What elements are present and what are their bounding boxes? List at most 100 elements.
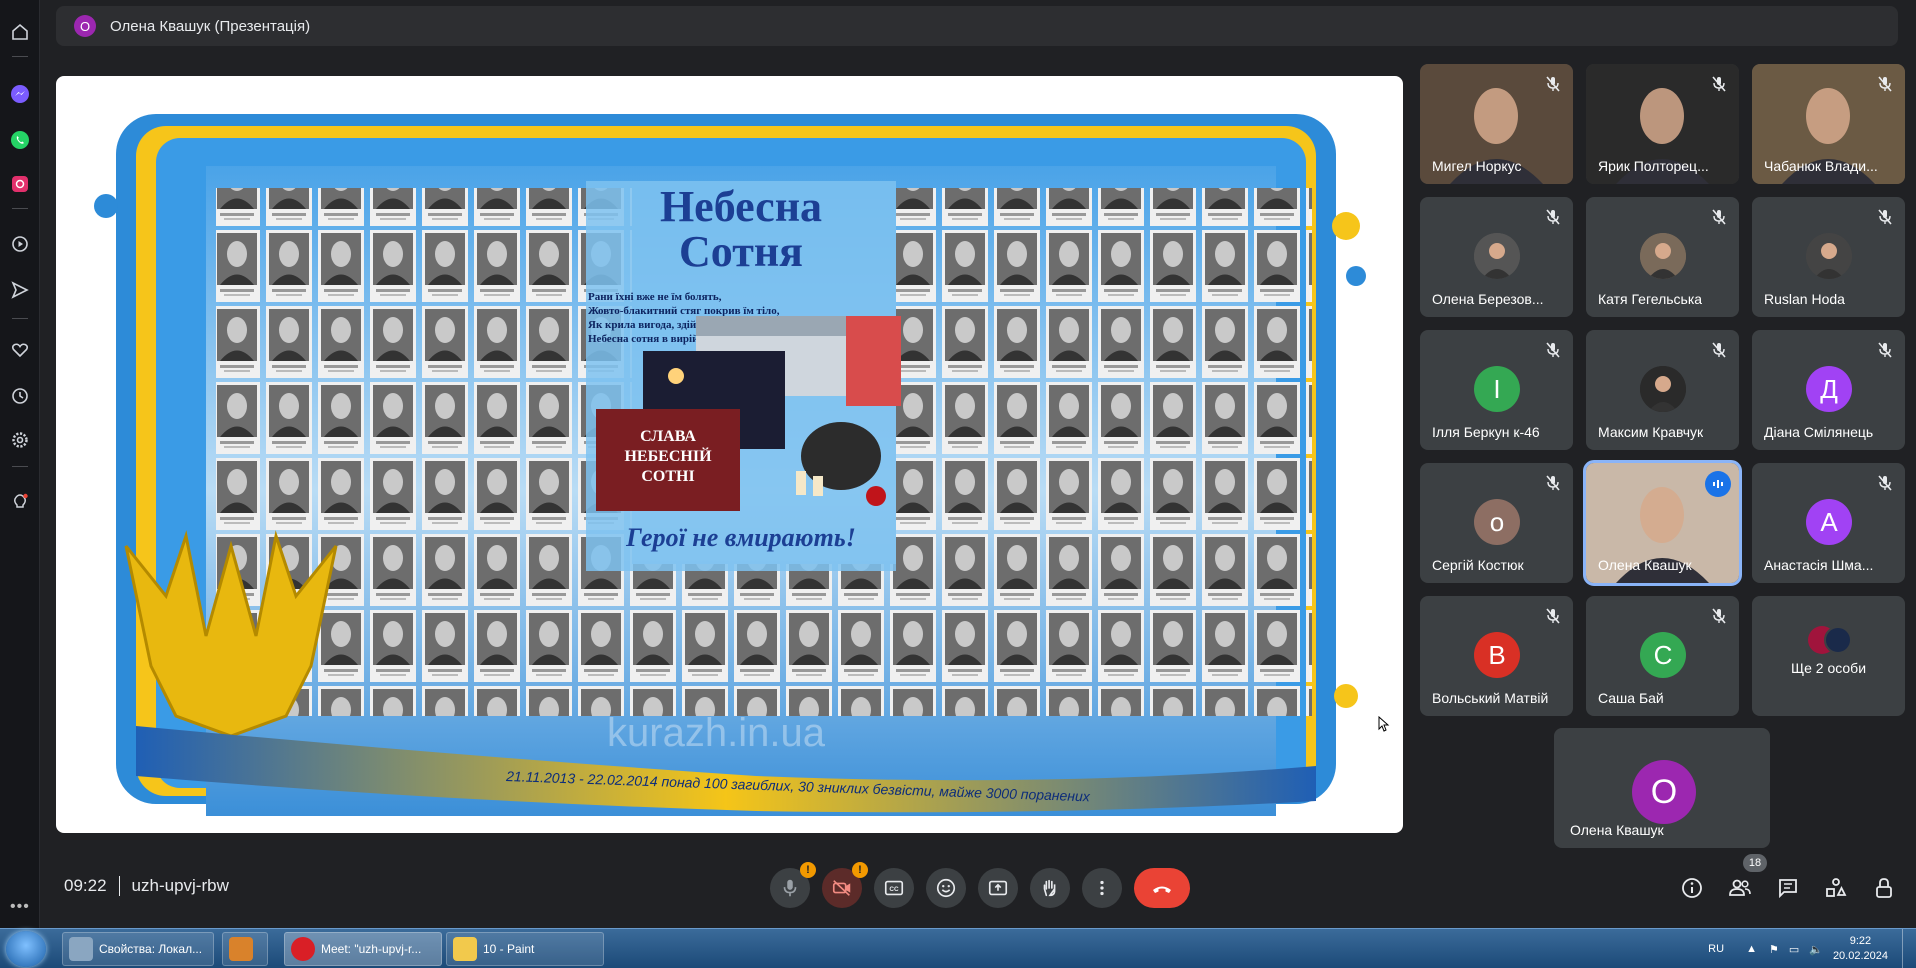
participant-tile[interactable]: Олена Квашук bbox=[1583, 460, 1742, 586]
poster-heading-1: Небесна bbox=[660, 182, 822, 231]
participant-tile[interactable]: Катя Гегельська bbox=[1586, 197, 1739, 317]
participant-name: Діана Смілянець bbox=[1764, 424, 1874, 440]
participant-name: Анастасія Шма... bbox=[1764, 557, 1874, 573]
system-tray: RU ▲ ⚑ ▭ 🔈 9:22 20.02.2024 bbox=[1708, 929, 1916, 968]
participant-tile[interactable]: Ще 2 особи bbox=[1752, 596, 1905, 716]
participant-tile[interactable]: Олена Березов... bbox=[1420, 197, 1573, 317]
participant-tile[interactable]: о Сергій Костюк bbox=[1420, 463, 1573, 583]
properties-window-icon bbox=[69, 937, 93, 961]
volume-icon[interactable]: 🔈 bbox=[1809, 943, 1823, 956]
participant-tile[interactable]: Д Діана Смілянець bbox=[1752, 330, 1905, 450]
participant-tile[interactable]: Максим Кравчук bbox=[1586, 330, 1739, 450]
history-icon[interactable] bbox=[6, 382, 34, 410]
presentation-slide: Небесна Сотня Рани їхні вже не їм болять… bbox=[94, 114, 1366, 816]
poem-line-2: Жовто-блакитний стяг покрив їм тіло, bbox=[588, 305, 780, 317]
chat-button[interactable] bbox=[1772, 872, 1804, 904]
taskbar-item-label: 10 - Paint bbox=[483, 942, 535, 956]
self-name: Олена Квашук bbox=[1570, 822, 1664, 838]
participant-name: Саша Бай bbox=[1598, 690, 1664, 706]
taskbar-item-paint[interactable]: 10 - Paint bbox=[446, 932, 604, 966]
more-dots-icon[interactable]: ••• bbox=[10, 898, 30, 916]
instagram-icon[interactable] bbox=[6, 170, 34, 198]
participant-tile[interactable]: Чабанюк Влади... bbox=[1752, 64, 1905, 184]
self-tile[interactable]: О Олена Квашук bbox=[1554, 728, 1770, 848]
meeting-info: 09:22 uzh-upvj-rbw bbox=[64, 876, 229, 896]
taskbar-item-media-player[interactable] bbox=[222, 932, 268, 966]
participant-name: Олена Квашук bbox=[1598, 557, 1692, 573]
wreath-text-2: НЕБЕСНІЙ bbox=[624, 446, 712, 465]
participant-avatar bbox=[1640, 366, 1686, 412]
raise-hand-button[interactable] bbox=[1030, 868, 1070, 908]
taskbar-item-meet[interactable]: Meet: "uzh-upvj-r... bbox=[284, 932, 442, 966]
participant-avatar: Д bbox=[1806, 366, 1852, 412]
messenger-icon[interactable] bbox=[6, 80, 34, 108]
participant-name: Мигел Норкус bbox=[1432, 158, 1522, 174]
language-indicator[interactable]: RU bbox=[1708, 943, 1724, 955]
participant-avatar: В bbox=[1474, 632, 1520, 678]
people-count-badge: 18 bbox=[1743, 854, 1767, 872]
wreath-text-3: СОТНІ bbox=[641, 468, 694, 485]
microphone-button[interactable]: ! bbox=[770, 862, 816, 908]
svg-text:CC: CC bbox=[889, 886, 899, 893]
participant-tile[interactable]: В Вольський Матвій bbox=[1420, 596, 1573, 716]
participant-avatar: о bbox=[1474, 499, 1520, 545]
wreath-text-1: СЛАВА bbox=[640, 428, 696, 445]
heart-icon[interactable] bbox=[6, 336, 34, 364]
windows-taskbar: Свойства: Локал... Meet: "uzh-upvj-r... … bbox=[0, 928, 1916, 968]
participant-name: Ілля Беркун к-46 bbox=[1432, 424, 1540, 440]
media-player-icon bbox=[229, 937, 253, 961]
clock[interactable]: 9:22 20.02.2024 bbox=[1833, 934, 1888, 964]
participant-name: Ярик Полторец... bbox=[1598, 158, 1709, 174]
captions-button[interactable]: CC bbox=[874, 868, 914, 908]
participant-tile[interactable]: І Ілля Беркун к-46 bbox=[1420, 330, 1573, 450]
people-button[interactable] bbox=[1724, 872, 1756, 904]
participant-name: Чабанюк Влади... bbox=[1764, 158, 1878, 174]
meeting-code: uzh-upvj-rbw bbox=[131, 876, 229, 895]
network-icon[interactable]: ▭ bbox=[1789, 943, 1799, 956]
tips-icon[interactable] bbox=[6, 488, 34, 516]
participant-tile[interactable]: С Саша Бай bbox=[1586, 596, 1739, 716]
host-controls-button[interactable] bbox=[1868, 872, 1900, 904]
poem-line-1: Рани їхні вже не їм болять, bbox=[588, 291, 722, 303]
participant-tile[interactable]: Ярик Полторец... bbox=[1586, 64, 1739, 184]
participant-avatar: А bbox=[1806, 499, 1852, 545]
flag-icon[interactable]: ⚑ bbox=[1769, 943, 1779, 956]
participant-name: Максим Кравчук bbox=[1598, 424, 1704, 440]
presenter-avatar: О bbox=[74, 15, 96, 37]
browser-sidebar: ••• bbox=[0, 0, 40, 928]
participant-name: Вольський Матвій bbox=[1432, 690, 1549, 706]
send-icon[interactable] bbox=[6, 276, 34, 304]
more-participants-avatars bbox=[1808, 626, 1852, 656]
presenter-bar: О Олена Квашук (Презентація) bbox=[56, 6, 1898, 46]
whatsapp-icon[interactable] bbox=[6, 126, 34, 154]
taskbar-item-label: Meet: "uzh-upvj-r... bbox=[321, 942, 422, 956]
show-desktop-button[interactable] bbox=[1902, 929, 1916, 968]
present-screen-button[interactable] bbox=[978, 868, 1018, 908]
show-hidden-icons-icon[interactable]: ▲ bbox=[1746, 943, 1757, 955]
more-options-button[interactable] bbox=[1082, 868, 1122, 908]
poster-watermark: kurazh.in.ua bbox=[607, 711, 826, 755]
paint-icon bbox=[453, 937, 477, 961]
activities-button[interactable] bbox=[1820, 872, 1852, 904]
participant-avatar: С bbox=[1640, 632, 1686, 678]
participant-tile[interactable]: А Анастасія Шма... bbox=[1752, 463, 1905, 583]
participant-name: Сергій Костюк bbox=[1432, 557, 1524, 573]
player-icon[interactable] bbox=[6, 230, 34, 258]
home-icon[interactable] bbox=[6, 18, 34, 46]
participant-tile[interactable]: Мигел Норкус bbox=[1420, 64, 1573, 184]
taskbar-item-label: Свойства: Локал... bbox=[99, 942, 203, 956]
settings-icon[interactable] bbox=[6, 426, 34, 454]
participant-name: Ще 2 особи bbox=[1790, 660, 1867, 676]
participant-tile[interactable]: Ruslan Hoda bbox=[1752, 197, 1905, 317]
speaking-indicator-icon bbox=[1705, 471, 1731, 497]
mic-warning-badge: ! bbox=[800, 862, 816, 878]
mouse-cursor bbox=[1378, 715, 1390, 732]
meeting-details-button[interactable] bbox=[1676, 872, 1708, 904]
reactions-button[interactable] bbox=[926, 868, 966, 908]
camera-button[interactable]: ! bbox=[822, 862, 868, 908]
self-avatar: О bbox=[1632, 760, 1696, 824]
start-button[interactable] bbox=[6, 931, 46, 967]
leave-call-button[interactable] bbox=[1134, 868, 1190, 908]
taskbar-item-properties[interactable]: Свойства: Локал... bbox=[62, 932, 214, 966]
participant-name: Катя Гегельська bbox=[1598, 291, 1703, 307]
